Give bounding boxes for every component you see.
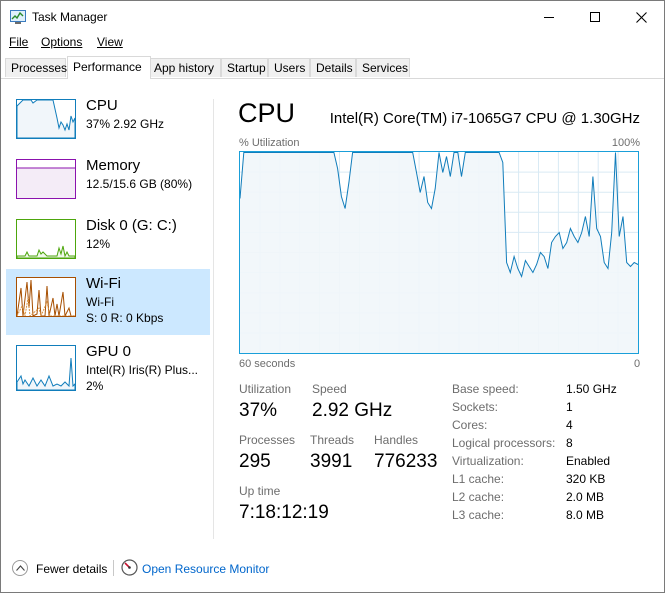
tab-services[interactable]: Services [356,58,410,77]
tab-startup[interactable]: Startup [221,58,268,77]
spec-value-base-speed: 1.50 GHz [566,382,617,396]
wifi-throughput: S: 0 R: 0 Kbps [86,311,164,325]
minimize-icon [544,17,554,18]
window-title: Task Manager [32,10,108,24]
wifi-adapter-name: Wi-Fi [86,295,114,309]
disk-thumbnail-graph [16,219,76,259]
tab-app-history[interactable]: App history [148,58,221,77]
maximize-button[interactable] [572,1,618,33]
chevron-up-icon [15,565,25,571]
sidebar-label-disk: Disk 0 (G: C:) [86,217,177,234]
sidebar-detail-cpu: 37% 2.92 GHz [86,117,165,131]
uptime-label: Up time [239,484,281,498]
open-resource-monitor-link[interactable]: Open Resource Monitor [142,562,269,576]
graph-y-label: % Utilization [239,137,300,149]
speed-value: 2.92 GHz [312,400,393,421]
tab-performance[interactable]: Performance [67,56,151,79]
handles-value: 776233 [374,451,438,472]
utilization-label: Utilization [239,382,292,396]
sidebar-label-cpu: CPU [86,97,118,114]
title-bar[interactable]: Task Manager [1,1,664,33]
graph-x-left-label: 60 seconds [239,358,296,370]
sidebar-item-memory[interactable]: Memory 12.5/15.6 GB (80%) [6,151,210,211]
footer-divider [113,560,114,576]
spec-value-l2-cache: 2.0 MB [566,490,605,504]
graph-y-max-label: 100% [611,137,640,149]
spec-label-l2-cache: L2 cache: [452,490,505,504]
wifi-thumbnail-graph [16,277,76,317]
gpu-model: Intel(R) Iris(R) Plus... [86,363,199,377]
menu-file-label: File [9,35,29,49]
task-manager-icon [10,10,26,24]
sidebar-detail-wifi: Wi-Fi S: 0 R: 0 Kbps [86,294,163,326]
sidebar-label-memory: Memory [86,157,141,174]
speed-label: Speed [312,382,347,396]
spec-label-l1-cache: L1 cache: [452,472,505,486]
uptime-value: 7:18:12:19 [239,502,329,523]
page-title: CPU [238,98,296,128]
menu-options-label: Options [41,35,83,49]
close-button[interactable] [618,1,664,33]
cpu-utilization-graph [239,151,639,354]
menu-view[interactable]: View [97,35,123,49]
gpu-thumbnail-graph [16,345,76,391]
utilization-value: 37% [239,400,278,421]
menu-view-label: View [97,35,123,49]
sidebar-label-gpu: GPU 0 [86,343,132,360]
sidebar-item-cpu[interactable]: CPU 37% 2.92 GHz [6,91,210,151]
sidebar-item-gpu[interactable]: GPU 0 Intel(R) Iris(R) Plus... 2% [6,337,210,397]
handles-label: Handles [374,433,419,447]
spec-label-base-speed: Base speed: [452,382,519,396]
spec-value-l3-cache: 8.0 MB [566,508,605,522]
fewer-details-link[interactable]: Fewer details [36,562,107,576]
sidebar-item-wifi[interactable]: Wi-Fi Wi-Fi S: 0 R: 0 Kbps [6,269,210,335]
panel-divider [213,99,214,539]
sidebar-detail-gpu: Intel(R) Iris(R) Plus... 2% [86,362,198,394]
processes-label: Processes [239,433,296,447]
memory-thumbnail-graph [16,159,76,199]
sidebar-item-disk[interactable]: Disk 0 (G: C:) 12% [6,211,210,271]
cpu-thumbnail-graph [16,99,76,139]
sidebar-detail-memory: 12.5/15.6 GB (80%) [86,177,193,191]
graph-x-right-label: 0 [634,358,641,370]
sidebar-detail-disk: 12% [86,237,111,251]
spec-label-l3-cache: L3 cache: [452,508,505,522]
resource-monitor-icon [121,559,138,576]
gpu-usage: 2% [86,379,104,393]
spec-value-virtualization: Enabled [566,454,611,468]
maximize-icon [590,12,600,22]
tab-details[interactable]: Details [310,58,356,77]
spec-label-logical-processors: Logical processors: [452,436,556,450]
spec-label-cores: Cores: [452,418,488,432]
spec-label-virtualization: Virtualization: [452,454,524,468]
threads-label: Threads [310,433,355,447]
menu-options[interactable]: Options [41,35,82,49]
fewer-details-button[interactable] [12,560,28,576]
spec-label-sockets: Sockets: [452,400,499,414]
spec-value-cores: 4 [566,418,573,432]
tab-processes[interactable]: Processes [5,58,67,77]
processes-value: 295 [239,451,271,472]
sidebar-label-wifi: Wi-Fi [86,275,121,292]
threads-value: 3991 [310,451,353,472]
menu-file[interactable]: File [9,35,28,49]
close-icon [635,11,647,23]
spec-value-l1-cache: 320 KB [566,472,606,486]
spec-value-sockets: 1 [566,400,573,414]
cpu-model-name: Intel(R) Core(TM) i7-1065G7 CPU @ 1.30GH… [329,110,640,127]
menu-bar: File Options View [1,33,664,53]
minimize-button[interactable] [526,1,572,33]
tab-users[interactable]: Users [268,58,310,77]
cpu-utilization-plot [239,152,639,353]
task-manager-window: Task Manager File Options View Processes… [0,0,665,593]
tab-bar: Processes Performance App history Startu… [5,56,664,79]
spec-value-logical-processors: 8 [566,436,573,450]
